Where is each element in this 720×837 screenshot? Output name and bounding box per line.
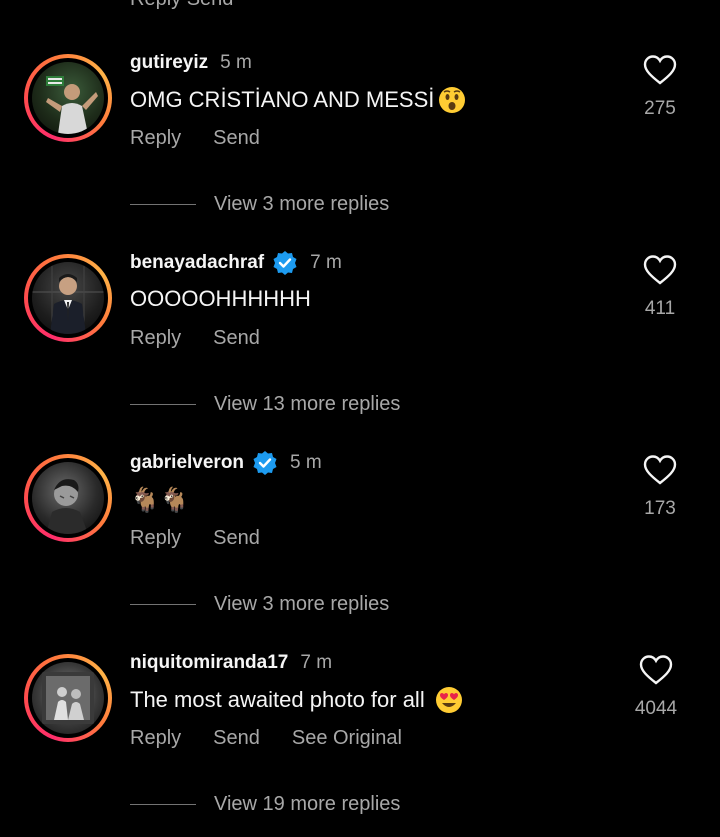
avatar-story-ring[interactable]	[24, 254, 112, 342]
verified-badge-icon	[273, 251, 297, 275]
avatar-story-ring[interactable]	[24, 54, 112, 142]
verified-badge-icon	[253, 451, 277, 475]
reply-button[interactable]: Reply	[130, 727, 181, 750]
heart-eyes-face-icon	[435, 687, 462, 713]
avatar	[32, 62, 104, 134]
comment-username[interactable]: niquitomiranda17	[130, 652, 288, 674]
comment-actions: Reply Send See Original	[130, 727, 402, 750]
comment-actions: Reply Send	[130, 527, 260, 550]
like-area: 275	[620, 54, 700, 120]
comment-actions: Reply Send	[130, 127, 260, 150]
avatar	[32, 662, 104, 734]
comment-text: 🐐🐐	[130, 487, 190, 514]
comment-timestamp: 5 m	[220, 52, 252, 73]
send-button[interactable]: Send	[213, 327, 260, 350]
comment-item: niquitomiranda17 7 m The most awaited ph…	[0, 600, 720, 815]
comment-text-row: OMG CRİSTİANO AND MESSİ	[130, 86, 466, 114]
comment-timestamp: 5 m	[290, 452, 322, 473]
view-replies[interactable]: View 19 more replies	[130, 793, 400, 816]
comment-text: OMG CRİSTİANO AND MESSİ	[130, 87, 435, 112]
comment-username[interactable]: gabrielveron	[130, 452, 244, 474]
heart-icon[interactable]	[643, 54, 677, 86]
heart-icon[interactable]	[643, 254, 677, 286]
reply-button[interactable]: Reply	[130, 327, 181, 350]
comment-text-row: OOOOOHHHHHH	[130, 286, 311, 312]
like-count: 275	[644, 98, 676, 119]
reply-button[interactable]: Reply	[130, 527, 181, 550]
comment-item: benayadachraf 7 m OOOOOHHHHHH Reply Send…	[0, 200, 720, 415]
comment-text-row: The most awaited photo for all	[130, 686, 463, 714]
comment-timestamp: 7 m	[300, 652, 333, 673]
comment-item: gutireyiz 5 m OMG CRİSTİANO AND MESSİ Re…	[0, 0, 720, 215]
view-replies-label[interactable]: View 19 more replies	[214, 793, 400, 816]
replies-divider	[130, 804, 196, 805]
avatar-story-ring[interactable]	[24, 654, 112, 742]
like-count: 4044	[634, 698, 678, 719]
heart-icon[interactable]	[643, 454, 677, 486]
send-button[interactable]: Send	[213, 527, 260, 550]
comment-text: The most awaited photo for all	[130, 687, 425, 712]
like-count: 173	[644, 498, 676, 519]
avatar-story-ring[interactable]	[24, 454, 112, 542]
avatar	[32, 262, 104, 334]
comment-username[interactable]: gutireyiz	[130, 52, 208, 74]
comment-timestamp: 7 m	[310, 252, 342, 273]
avatar	[32, 462, 104, 534]
comment-text-row: 🐐🐐	[130, 486, 190, 515]
reply-button[interactable]: Reply	[130, 127, 181, 150]
like-area: 173	[620, 454, 700, 520]
comment-username[interactable]: benayadachraf	[130, 252, 264, 274]
astonished-face-icon	[439, 87, 466, 113]
like-count: 411	[644, 298, 676, 319]
see-original-button[interactable]: See Original	[292, 727, 402, 750]
send-button[interactable]: Send	[213, 727, 260, 750]
comment-item: gabrielveron 5 m 🐐🐐 Reply Send 173 View …	[0, 400, 720, 615]
like-area: 4044	[616, 654, 696, 720]
send-button[interactable]: Send	[213, 127, 260, 150]
comment-text: OOOOOHHHHHH	[130, 286, 311, 311]
comment-actions: Reply Send	[130, 327, 260, 350]
like-area: 411	[620, 254, 700, 320]
heart-icon[interactable]	[639, 654, 673, 686]
